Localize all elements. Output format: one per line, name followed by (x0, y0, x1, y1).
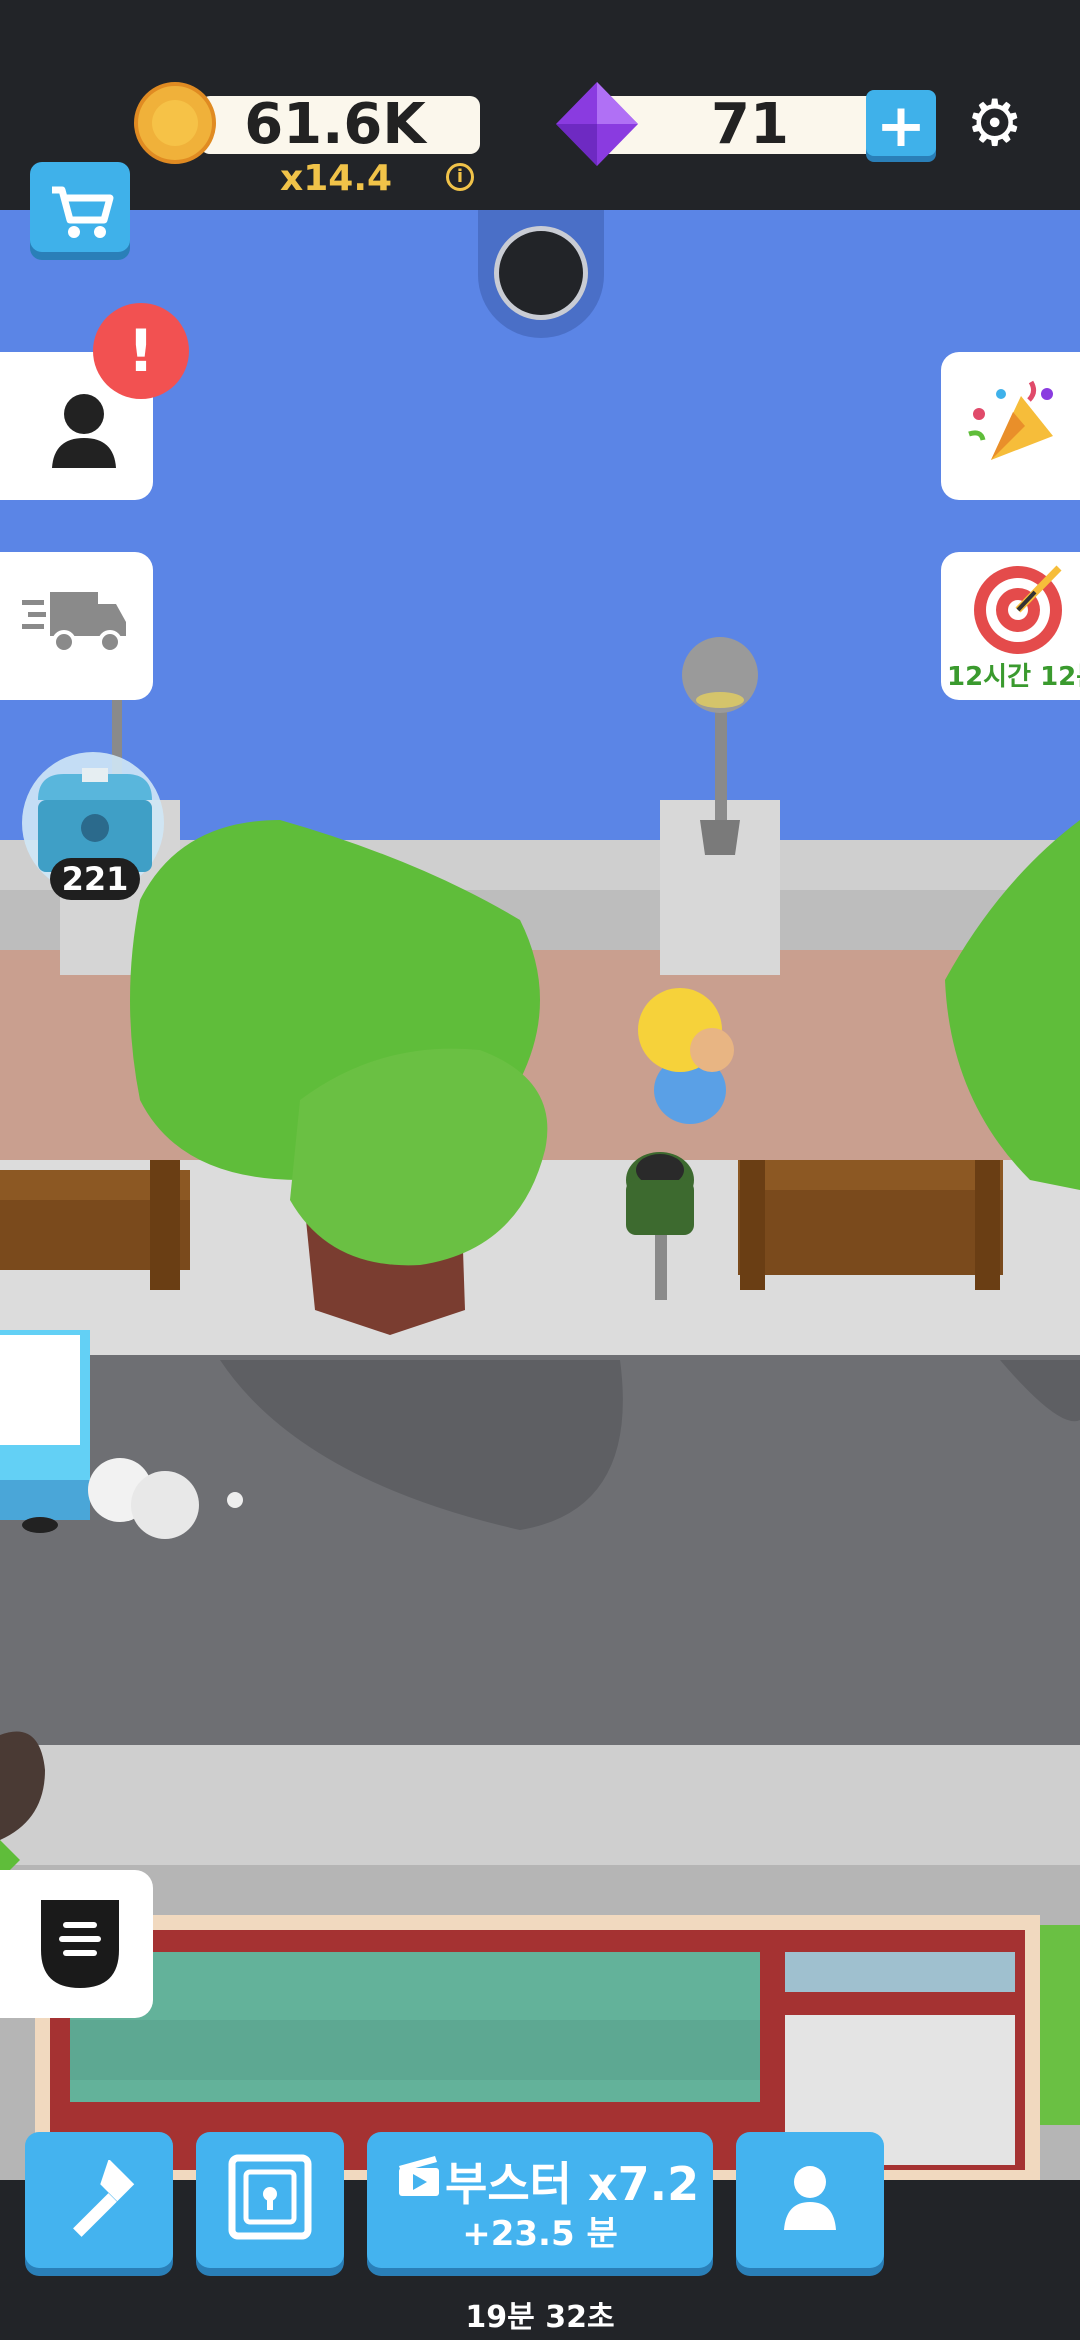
gear-icon[interactable]: ⚙ (966, 92, 1023, 156)
missions-button[interactable]: 12시간 12분 (941, 552, 1080, 700)
party-popper-icon (968, 380, 1053, 460)
info-icon[interactable]: i (446, 163, 474, 191)
coin-boost-button[interactable] (0, 1870, 153, 2018)
vault-button[interactable] (196, 2132, 344, 2268)
delivery-truck-icon (22, 592, 126, 654)
delivery-button[interactable] (0, 552, 153, 700)
booster-title: 부스터 x7.2 (445, 2157, 700, 2211)
game-scene[interactable] (0, 210, 1080, 2180)
street-scene (0, 210, 1080, 2180)
safe-icon (228, 2154, 312, 2240)
alert-badge: ! (93, 303, 189, 399)
shop-button[interactable] (30, 162, 130, 252)
coin-emblem-icon (41, 1900, 119, 1988)
record-icon[interactable] (494, 226, 588, 320)
coin-icon (134, 82, 216, 164)
add-gems-button[interactable]: + (866, 90, 936, 161)
upgrade-button[interactable] (25, 2132, 173, 2268)
video-ad-icon (399, 2156, 439, 2196)
gem-icon (556, 82, 638, 166)
booster-button[interactable]: 부스터 x7.2 +23.5 분 (367, 2132, 713, 2268)
coin-count: 61.6K (244, 92, 426, 157)
chest-count: 221 (50, 858, 140, 900)
booster-duration: +23.5 분 (462, 2214, 618, 2254)
cart-icon (52, 186, 114, 238)
person-icon (784, 2166, 836, 2230)
missions-timer: 12시간 12분 (947, 662, 1080, 692)
gem-count: 71 (711, 92, 789, 157)
manager-button[interactable] (736, 2132, 884, 2268)
income-multiplier: x14.4 (280, 158, 393, 199)
target-icon (974, 565, 1062, 654)
event-button[interactable] (941, 352, 1080, 500)
hammer-icon (73, 2160, 135, 2237)
booster-timer: 19분 32초 (465, 2300, 615, 2335)
